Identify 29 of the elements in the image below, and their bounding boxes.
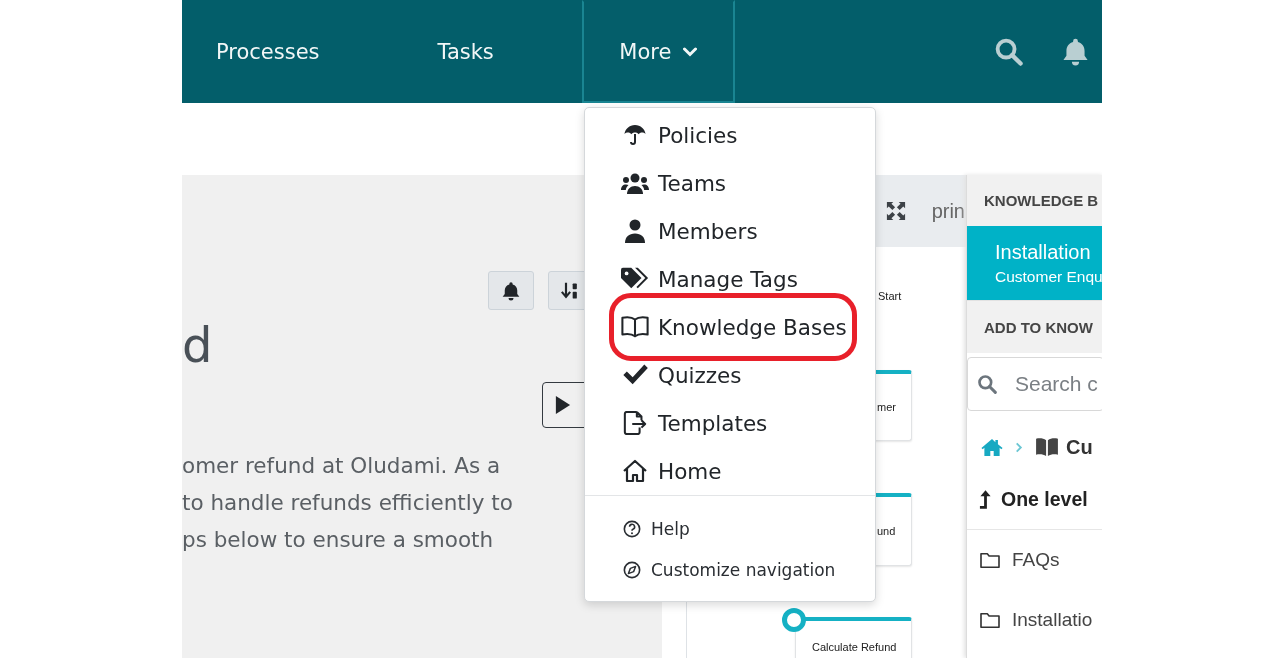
panel-header: ADD TO KNOW bbox=[967, 300, 1102, 353]
step-label: mer bbox=[877, 401, 896, 413]
knowledge-base-title: Installation bbox=[995, 240, 1091, 264]
menu-item[interactable]: Members bbox=[585, 217, 875, 245]
nav-link[interactable]: Processes bbox=[214, 0, 322, 103]
knowledge-base-subtitle: Customer Enqu bbox=[995, 267, 1102, 286]
menu-item[interactable]: Quizzes bbox=[585, 361, 875, 389]
menu-item[interactable]: Customize navigation bbox=[585, 549, 875, 590]
menu-item[interactable]: Teams bbox=[585, 169, 875, 197]
process-description: omer refund at Oludami. As a to handle refunds efficiently to ps below to ensure a smooth bbox=[182, 452, 513, 554]
process-title: d bbox=[182, 316, 213, 374]
menu-item[interactable]: Templates bbox=[585, 409, 875, 437]
menu-item[interactable]: Knowledge Bases bbox=[609, 293, 857, 361]
search-field[interactable]: Search c bbox=[967, 357, 1102, 411]
nav-dropdown-toggle[interactable]: More bbox=[581, 0, 735, 103]
menu-item[interactable]: Policies bbox=[585, 121, 875, 149]
process-step-card[interactable]: Calculate Refund bbox=[795, 617, 912, 658]
panel-header: KNOWLEDGE B bbox=[967, 175, 1102, 226]
menu-item[interactable]: Manage Tags bbox=[585, 265, 875, 293]
breadcrumb-link[interactable]: Cu bbox=[1035, 435, 1093, 459]
folder-item[interactable]: FAQs bbox=[967, 530, 1102, 590]
nav-link[interactable]: Tasks bbox=[435, 0, 496, 103]
step-label: Calculate Refund bbox=[812, 641, 897, 653]
toolbar-label: prin bbox=[931, 199, 965, 223]
up-level-link[interactable]: One level bbox=[967, 469, 1102, 530]
menu-item[interactable]: Home bbox=[585, 457, 875, 485]
folder-item[interactable]: Installatio bbox=[967, 590, 1102, 650]
menu-item[interactable]: Help bbox=[585, 508, 875, 549]
step-label: und bbox=[877, 525, 896, 537]
